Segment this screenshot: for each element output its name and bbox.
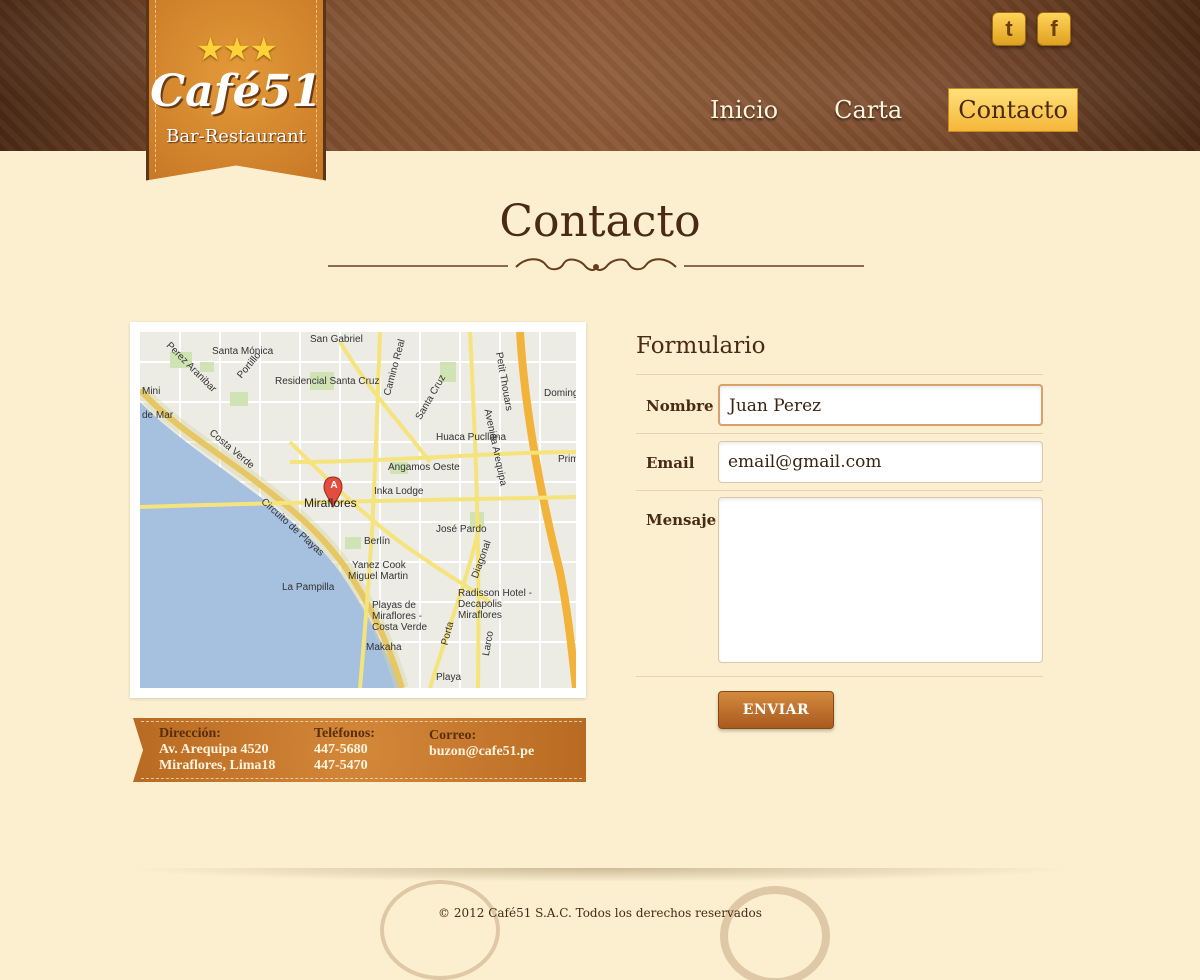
- facebook-icon[interactable]: f: [1037, 12, 1071, 46]
- map-label: Residencial Santa Cruz: [275, 376, 380, 387]
- email-contact-label: Correo:: [429, 728, 477, 743]
- map-label: San Gabriel: [310, 334, 363, 345]
- star-icon: ★★★: [195, 30, 278, 68]
- map-frame: A San Gabriel Santa Mónica Residencial S…: [130, 322, 586, 698]
- logo-brand: Café51: [150, 66, 322, 117]
- map-label: Yanez Cook: [352, 560, 406, 571]
- coffee-stain: [380, 880, 500, 980]
- map-label: Santa Mónica: [212, 346, 274, 357]
- message-field[interactable]: [718, 497, 1043, 663]
- google-map[interactable]: A San Gabriel Santa Mónica Residencial S…: [140, 332, 576, 688]
- contact-info-ribbon: Dirección: Av. Arequipa 4520 Miraflores,…: [133, 718, 586, 782]
- map-label: Prim: [558, 454, 576, 465]
- map-label: Playas de Miraflores - Costa Verde: [372, 600, 428, 633]
- address-line2: Miraflores, Lima18: [159, 758, 276, 773]
- send-button[interactable]: ENVIAR: [718, 691, 834, 729]
- phones-label: Teléfonos:: [314, 726, 375, 741]
- email-label: Email: [646, 454, 695, 472]
- map-label: de Mar: [142, 410, 174, 421]
- map-label: Radisson Hotel - Decapolis Miraflores: [458, 588, 532, 621]
- map-label: Mini: [142, 386, 161, 397]
- main-nav: Inicio Carta Contacto: [664, 88, 1078, 132]
- map-label: Miraflores: [304, 496, 357, 510]
- address-label: Dirección:: [159, 726, 221, 741]
- phone-1: 447-5680: [314, 742, 368, 757]
- name-label: Nombre: [646, 397, 714, 415]
- name-field[interactable]: Juan Perez: [718, 384, 1043, 426]
- message-label: Mensaje: [646, 511, 717, 529]
- map-label: La Pampilla: [282, 582, 335, 593]
- nav-item-inicio[interactable]: Inicio: [700, 88, 788, 132]
- email-contact-value[interactable]: buzon@cafe51.pe: [429, 744, 534, 760]
- address-line1: Av. Arequipa 4520: [159, 742, 269, 757]
- logo-subtitle: Bar-Restaurant: [166, 126, 306, 147]
- map-marker-letter: A: [330, 480, 338, 491]
- flourish-divider: [328, 258, 864, 271]
- map-label: José Pardo: [436, 524, 487, 535]
- footer-copyright: © 2012 Café51 S.A.C. Todos los derechos …: [438, 906, 762, 920]
- form-title: Formulario: [636, 333, 766, 359]
- twitter-icon[interactable]: t: [992, 12, 1026, 46]
- phone-2: 447-5470: [314, 758, 368, 773]
- map-label: Miguel Martin: [348, 571, 409, 582]
- map-label: Inka Lodge: [374, 486, 424, 497]
- coffee-stain: [720, 886, 830, 980]
- logo[interactable]: ★★★ Café51 Bar-Restaurant: [146, 0, 326, 181]
- email-field[interactable]: email@gmail.com: [718, 441, 1043, 483]
- map-label: Berlín: [364, 536, 391, 547]
- nav-item-carta[interactable]: Carta: [824, 88, 912, 132]
- map-label: Angamos Oeste: [388, 462, 460, 473]
- map-label: Makaha: [366, 642, 402, 653]
- footer-divider: [120, 868, 1080, 882]
- address-block: Dirección: Av. Arequipa 4520 Miraflores,…: [159, 726, 275, 774]
- nav-item-contacto[interactable]: Contacto: [948, 88, 1078, 132]
- email-block: Correo: buzon@cafe51.pe: [429, 728, 534, 760]
- map-label: Playa: [436, 672, 462, 683]
- phone-block: Teléfonos: 447-5680 447-5470: [314, 726, 375, 774]
- page-title: Contacto: [499, 196, 701, 247]
- map-label: Huaca Pucllana: [436, 432, 507, 443]
- map-label: Domingo: [544, 388, 576, 399]
